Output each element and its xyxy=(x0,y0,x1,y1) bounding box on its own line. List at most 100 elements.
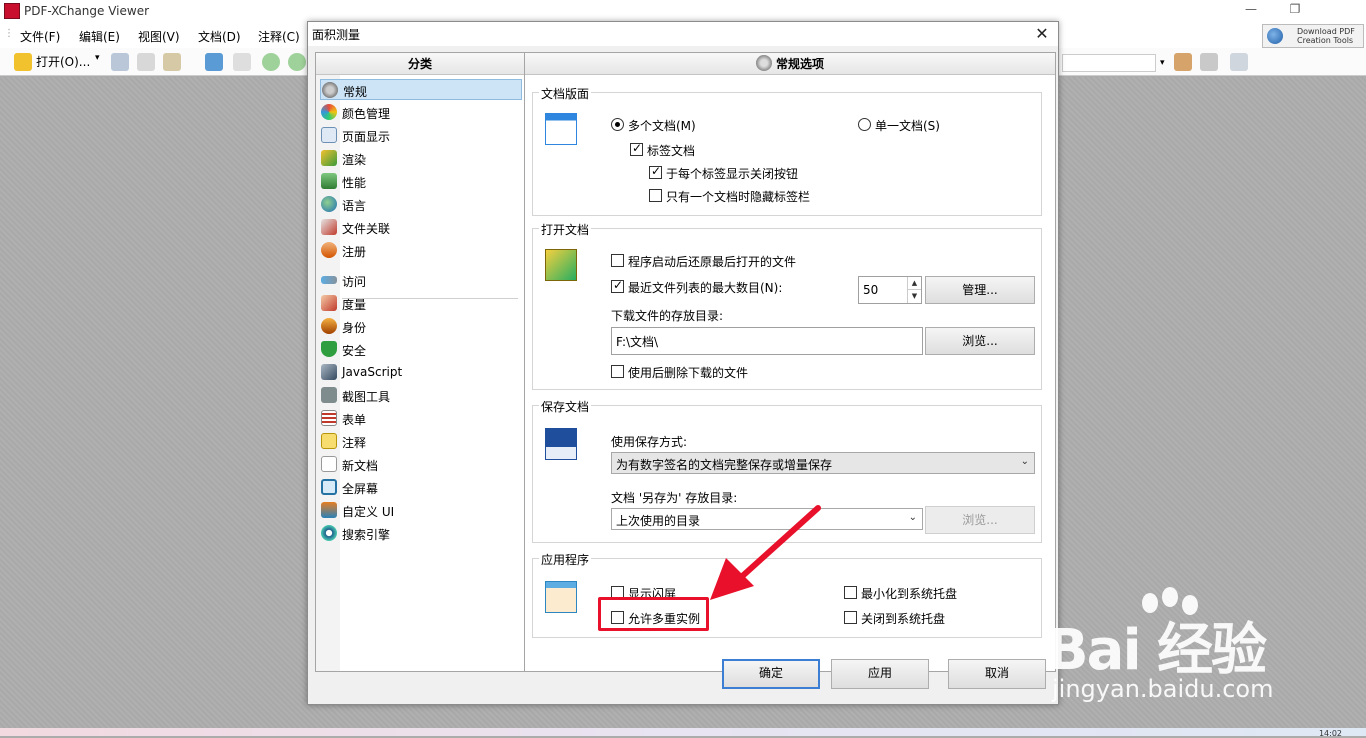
category-item-new-doc[interactable]: 新文档 xyxy=(320,454,522,475)
save-doc-icon xyxy=(545,428,577,460)
application-icon xyxy=(545,581,577,613)
taskbar-strip xyxy=(0,728,1366,736)
minimize-button[interactable]: — xyxy=(1240,2,1262,20)
download-dir-label: 下载文件的存放目录: xyxy=(611,309,724,323)
save-method-select[interactable]: 为有数字签名的文档完整保存或增量保存 ⌄ xyxy=(611,452,1035,474)
category-item-performance[interactable]: 性能 xyxy=(320,171,522,192)
menu-document[interactable]: 文档(D) xyxy=(198,28,241,45)
category-item-snapshot[interactable]: 截图工具 xyxy=(320,385,522,406)
mail-icon[interactable] xyxy=(163,53,181,71)
file-assoc-icon xyxy=(321,219,337,235)
link-icon xyxy=(321,276,337,284)
zoom-dropdown-icon[interactable]: ▾ xyxy=(1160,58,1165,68)
category-item-search-engine[interactable]: 搜索引擎 xyxy=(320,523,522,544)
recent-max-stepper[interactable]: 50 ▲ ▼ xyxy=(858,276,922,304)
category-header: 分类 xyxy=(316,53,524,75)
gear-icon xyxy=(322,82,338,98)
tool-a-icon[interactable] xyxy=(1174,53,1192,71)
annotation-arrow-icon xyxy=(710,505,821,600)
category-item-language[interactable]: 语言 xyxy=(320,194,522,215)
dialog-titlebar: 面积测量 ✕ xyxy=(308,22,1058,46)
app-title: PDF-XChange Viewer xyxy=(24,4,150,18)
save-method-label: 使用保存方式: xyxy=(611,435,688,449)
category-item-access[interactable]: 访问 xyxy=(320,270,522,291)
category-item-security[interactable]: 安全 xyxy=(320,339,522,360)
customize-icon xyxy=(321,502,337,518)
manage-button[interactable]: 管理... xyxy=(925,276,1035,304)
download-dir-input[interactable]: F:\文档\ xyxy=(611,327,923,355)
category-item-page-display[interactable]: 页面显示 xyxy=(320,125,522,146)
open-button[interactable]: 打开(O)... xyxy=(36,53,90,71)
group-open-docs-title: 打开文档 xyxy=(539,221,592,238)
category-item-forms[interactable]: 表单 xyxy=(320,408,522,429)
app-titlebar: PDF-XChange Viewer — ❐ xyxy=(0,0,1366,22)
category-item-render[interactable]: 渲染 xyxy=(320,148,522,169)
ruler-icon xyxy=(321,295,337,311)
chevron-down-icon: ⌄ xyxy=(1020,456,1029,467)
zoom-combo[interactable] xyxy=(1062,54,1156,72)
cancel-button[interactable]: 取消 xyxy=(948,659,1046,689)
category-item-register[interactable]: 注册 xyxy=(320,240,522,261)
forward-icon[interactable] xyxy=(288,53,306,71)
search-engine-icon xyxy=(321,525,337,541)
ok-button[interactable]: 确定 xyxy=(722,659,820,689)
print-icon[interactable] xyxy=(137,53,155,71)
app-logo-icon xyxy=(4,3,20,19)
stepper-up-icon[interactable]: ▲ xyxy=(907,277,921,290)
ocr-icon[interactable] xyxy=(233,53,251,71)
category-item-general[interactable]: 常规 xyxy=(320,79,522,100)
menu-view[interactable]: 视图(V) xyxy=(138,28,180,45)
group-application-title: 应用程序 xyxy=(539,551,592,568)
back-icon[interactable] xyxy=(262,53,280,71)
restore-button[interactable]: ❐ xyxy=(1284,2,1306,20)
tool-b-icon[interactable] xyxy=(1200,53,1218,71)
js-icon xyxy=(321,364,337,380)
magnifier-icon xyxy=(321,127,337,143)
download-line1: Download PDF xyxy=(1297,27,1355,36)
dialog-title: 面积测量 xyxy=(312,28,361,42)
group-doc-layout: 文档版面 多个文档(M) 单一文档(S) 标签文档 于每个标签显示关闭按钮 只有… xyxy=(532,85,1042,216)
category-item-javascript[interactable]: JavaScript xyxy=(320,362,522,383)
download-line2: Creation Tools xyxy=(1297,36,1354,45)
scan-icon[interactable] xyxy=(205,53,223,71)
stepper-down-icon[interactable]: ▼ xyxy=(907,290,921,303)
category-item-identity[interactable]: 身份 xyxy=(320,316,522,337)
browse-saveas-button[interactable]: 浏览... xyxy=(925,506,1035,534)
comment-icon xyxy=(321,433,337,449)
palette-icon xyxy=(321,104,337,120)
category-item-file-assoc[interactable]: 文件关联 xyxy=(320,217,522,238)
identity-icon xyxy=(321,318,337,334)
close-icon[interactable]: ✕ xyxy=(1032,24,1052,44)
open-dropdown-icon[interactable]: ▾ xyxy=(95,53,100,71)
browse-download-button[interactable]: 浏览... xyxy=(925,327,1035,355)
menu-file[interactable]: 文件(F) xyxy=(20,28,60,45)
chart-icon xyxy=(321,173,337,189)
category-item-comments[interactable]: 注释 xyxy=(320,431,522,452)
group-save-docs-title: 保存文档 xyxy=(539,398,592,415)
recent-max-value: 50 xyxy=(863,283,879,297)
brush-icon xyxy=(321,150,337,166)
tool-c-icon[interactable] xyxy=(1230,53,1248,71)
category-item-customize-ui[interactable]: 自定义 UI xyxy=(320,500,522,521)
globe-icon xyxy=(1267,28,1283,44)
watermark-sub: jingyan.baidu.com xyxy=(1052,675,1274,703)
apply-button[interactable]: 应用 xyxy=(831,659,929,689)
new-doc-icon xyxy=(321,456,337,472)
group-open-docs: 打开文档 程序启动后还原最后打开的文件 最近文件列表的最大数目(N): 50 ▲… xyxy=(532,221,1042,390)
open-folder-icon xyxy=(14,53,32,71)
user-register-icon xyxy=(321,242,337,258)
form-icon xyxy=(321,410,337,426)
taskbar-clock: 14:02 xyxy=(1318,729,1342,738)
chevron-down-icon: ⌄ xyxy=(908,512,917,523)
download-pdf-tools-button[interactable]: Download PDF Creation Tools xyxy=(1262,24,1364,48)
category-item-fullscreen[interactable]: 全屏幕 xyxy=(320,477,522,498)
menu-comment[interactable]: 注释(C) xyxy=(258,28,300,45)
category-panel: 分类 常规 颜色管理 页面显示 渲染 性能 语言 文件关联 注册 访问 度量 身… xyxy=(315,52,525,672)
category-item-color[interactable]: 颜色管理 xyxy=(320,102,522,123)
shield-icon xyxy=(321,341,337,357)
save-icon[interactable] xyxy=(111,53,129,71)
menu-edit[interactable]: 编辑(E) xyxy=(79,28,120,45)
annotation-highlight-box xyxy=(598,597,709,631)
menubar-grip-icon: ⋮ xyxy=(4,28,14,39)
category-item-measure[interactable]: 度量 xyxy=(320,293,522,314)
